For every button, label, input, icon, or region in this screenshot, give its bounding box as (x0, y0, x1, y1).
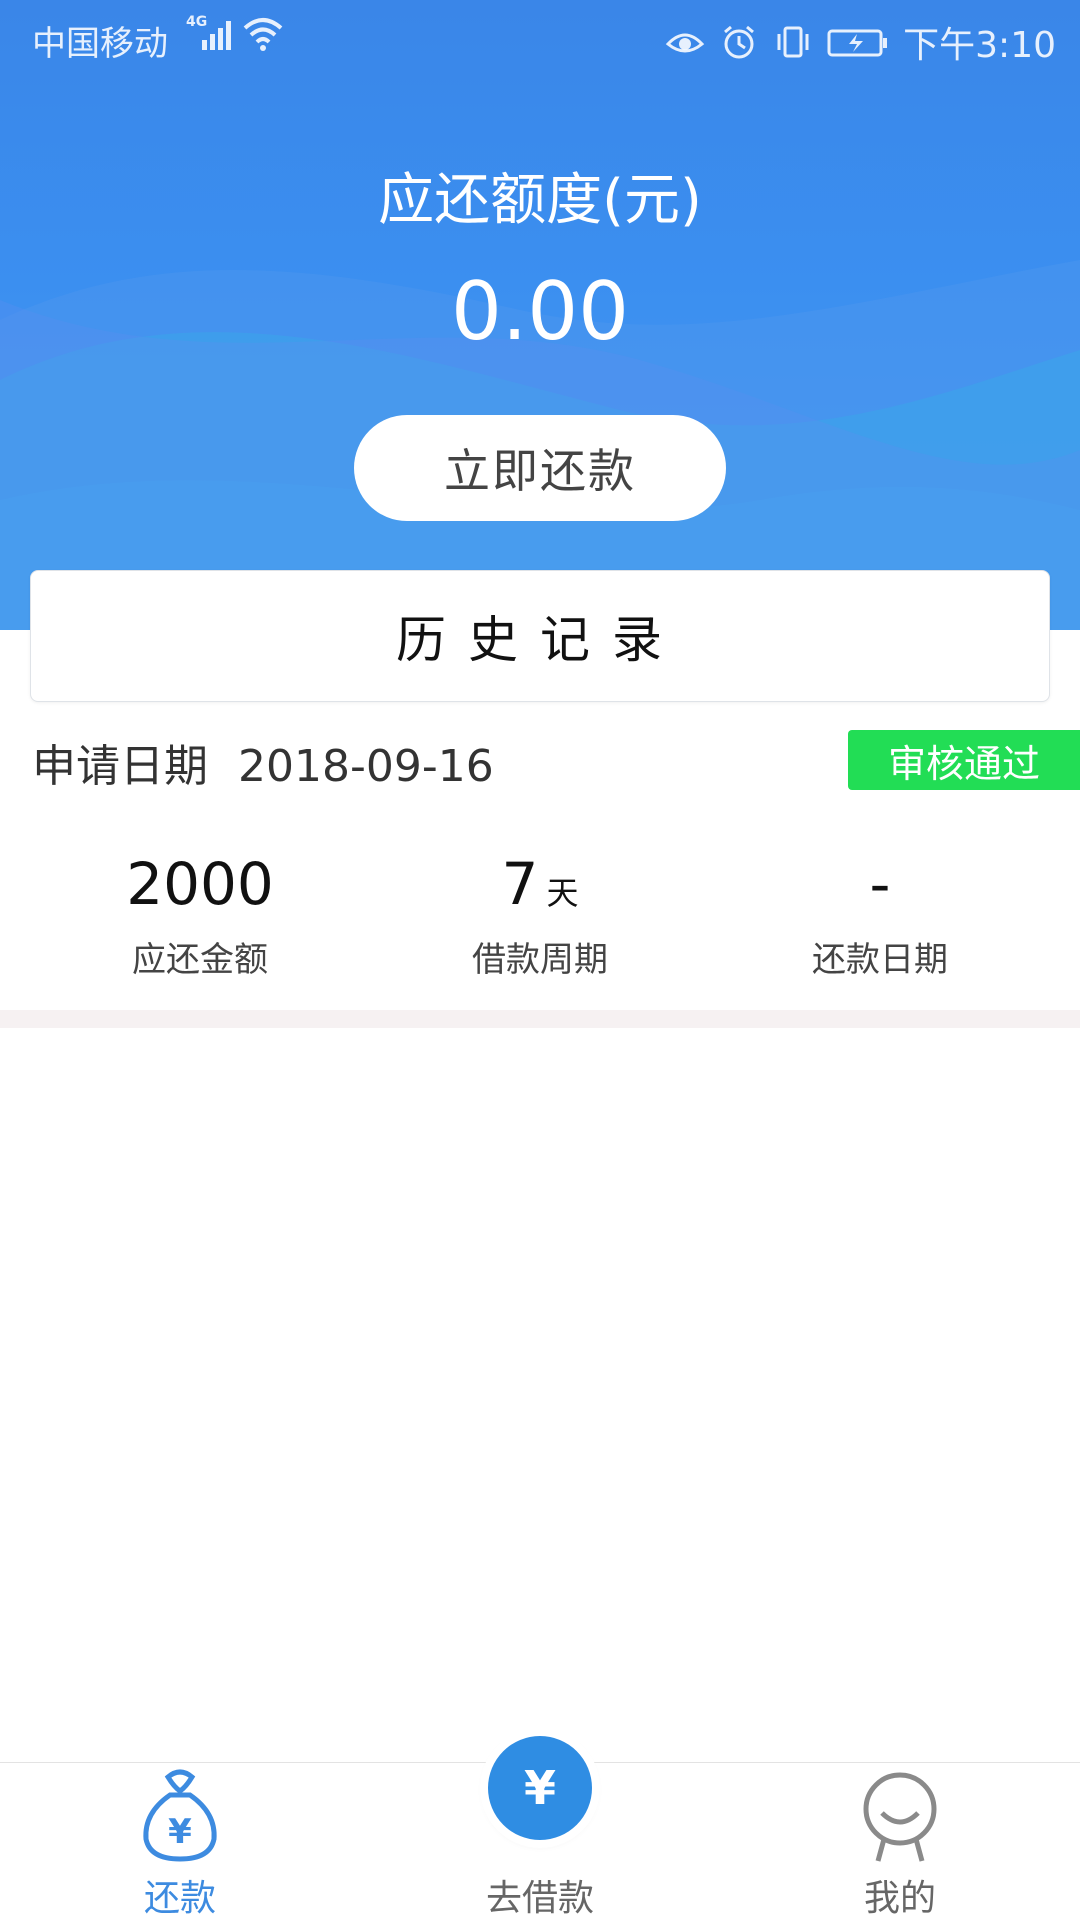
history-button[interactable]: 历史记录 (30, 570, 1050, 702)
yuan-coin-icon: ¥ (524, 1761, 556, 1815)
stat-value: 2000 (126, 850, 274, 918)
header: 中国移动 4G 下午3:10 应还额度(元) 0.00 立即还款 (0, 0, 1080, 630)
apply-date-row: 申请日期 2018-09-16 (32, 730, 494, 794)
tab-label: 去借款 (485, 1878, 594, 1919)
due-amount-value: 0.00 (450, 265, 630, 358)
vibrate-icon (777, 26, 809, 58)
status-bar: 中国移动 4G 下午3:10 (0, 0, 1080, 74)
eye-icon (665, 33, 705, 53)
battery-icon (827, 29, 888, 57)
borrow-fab-button[interactable]: ¥ (488, 1736, 592, 1840)
due-amount-title: 应还额度(元) (378, 168, 702, 233)
svg-text:¥: ¥ (524, 1761, 556, 1815)
tab-label: 我的 (863, 1878, 936, 1919)
carrier-label: 中国移动 (32, 24, 168, 64)
alarm-icon (724, 25, 755, 59)
stat-value: - (869, 850, 891, 918)
tab-repay[interactable]: ¥ 还款 (80, 1763, 280, 1921)
apply-date-value: 2018-09-16 (238, 741, 494, 792)
stat-value: 7 (501, 850, 539, 918)
status-icons: 下午3:10 (665, 16, 1056, 68)
stat-unit: 天 (546, 874, 579, 912)
section-divider (0, 1010, 1080, 1028)
money-bag-icon: ¥ (143, 1769, 217, 1862)
status-badge: 审核通过 (848, 730, 1080, 790)
signal-icon (202, 21, 231, 50)
repay-now-button[interactable]: 立即还款 (354, 415, 726, 521)
tab-mine[interactable]: 我的 (800, 1763, 1000, 1921)
loan-stats: 2000 应还金额 7天 借款周期 - 还款日期 (0, 850, 1080, 990)
svg-text:¥: ¥ (168, 1812, 192, 1852)
stat-loan-period: 7天 借款周期 (360, 850, 720, 981)
stat-label: 应还金额 (132, 940, 268, 980)
wifi-icon (243, 18, 283, 51)
stat-label: 借款周期 (472, 940, 608, 980)
clock: 下午3:10 (903, 25, 1056, 66)
apply-date-label: 申请日期 (32, 741, 208, 792)
stat-repay-date: - 还款日期 (700, 850, 1060, 981)
stat-due-amount: 2000 应还金额 (20, 850, 380, 981)
stat-label: 还款日期 (812, 940, 948, 980)
profile-icon (863, 1772, 937, 1862)
tab-label: 还款 (143, 1878, 216, 1919)
